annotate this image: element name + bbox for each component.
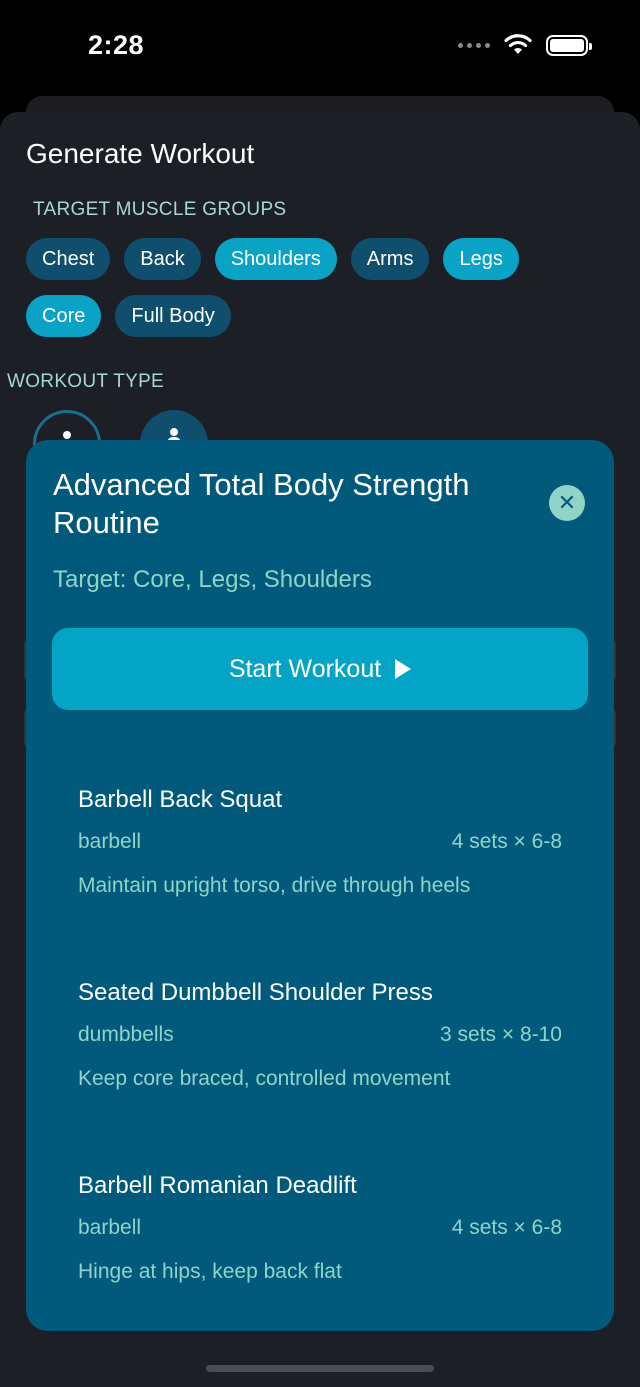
exercise-sets: 3 sets × 8-10 — [440, 1023, 562, 1046]
exercise-meta: dumbbells 3 sets × 8-10 — [78, 1023, 562, 1047]
exercise-sets: 4 sets × 6-8 — [451, 830, 562, 853]
chip-arms[interactable]: Arms — [350, 238, 430, 280]
workout-result-card: Advanced Total Body Strength Routine ✕ T… — [26, 440, 614, 1331]
wifi-icon — [504, 34, 532, 54]
exercise-equipment: barbell — [78, 1216, 142, 1239]
exercise-name: Barbell Romanian Deadlift — [78, 1172, 357, 1199]
exercise-equipment: dumbbells — [78, 1023, 174, 1046]
exercise-item: Barbell Back Squat barbell 4 sets × 6-8 … — [78, 786, 562, 898]
cellular-icon — [458, 42, 490, 48]
exercise-note: Keep core braced, controlled movement — [78, 1067, 451, 1090]
exercise-name: Barbell Back Squat — [78, 786, 283, 813]
status-bar: 2:28 — [0, 0, 640, 96]
person-icon — [170, 428, 178, 436]
exercise-equipment: barbell — [78, 830, 142, 853]
start-workout-button[interactable]: Start Workout — [52, 628, 588, 710]
chip-back[interactable]: Back — [124, 238, 201, 280]
start-workout-label: Start Workout — [228, 654, 382, 683]
exercise-item: Seated Dumbbell Shoulder Press dumbbells… — [78, 979, 562, 1091]
info-icon — [63, 431, 71, 439]
exercise-item: Barbell Romanian Deadlift barbell 4 sets… — [78, 1172, 562, 1284]
chip-chest[interactable]: Chest — [26, 238, 111, 280]
muscle-groups-label: TARGET MUSCLE GROUPS — [33, 199, 287, 220]
status-time: 2:28 — [88, 30, 145, 60]
home-indicator[interactable] — [206, 1365, 434, 1372]
exercise-meta: barbell 4 sets × 6-8 — [78, 1216, 562, 1240]
exercise-name: Seated Dumbbell Shoulder Press — [78, 979, 433, 1006]
close-icon: ✕ — [557, 490, 577, 515]
exercise-meta: barbell 4 sets × 6-8 — [78, 830, 562, 854]
workout-type-label: WORKOUT TYPE — [7, 371, 165, 392]
exercise-sets: 4 sets × 6-8 — [451, 1216, 562, 1239]
battery-icon — [546, 34, 592, 56]
exercise-note: Hinge at hips, keep back flat — [78, 1260, 342, 1283]
close-button[interactable]: ✕ — [549, 485, 585, 521]
workout-target: Target: Core, Legs, Shoulders — [53, 566, 372, 593]
page-title: Generate Workout — [26, 138, 255, 169]
chip-legs[interactable]: Legs — [443, 238, 519, 280]
chip-core[interactable]: Core — [26, 295, 102, 337]
play-icon — [395, 659, 412, 679]
muscle-chip-list: Chest Back Shoulders Arms Legs Core Full… — [26, 238, 586, 337]
chip-shoulders[interactable]: Shoulders — [214, 238, 337, 280]
chip-full-body[interactable]: Full Body — [115, 295, 231, 337]
exercise-note: Maintain upright torso, drive through he… — [78, 874, 471, 897]
status-icons — [458, 34, 592, 56]
workout-title: Advanced Total Body Strength Routine — [53, 467, 470, 540]
